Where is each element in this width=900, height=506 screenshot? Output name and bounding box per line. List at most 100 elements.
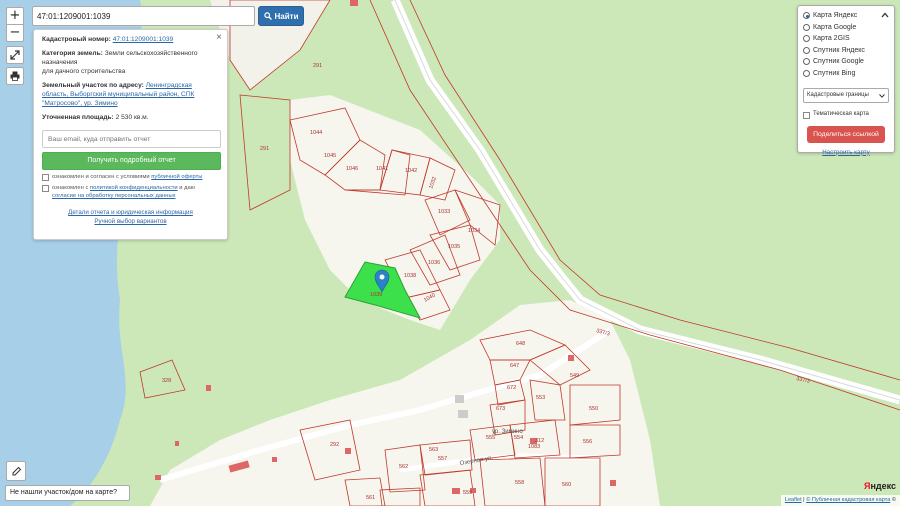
privacy-checkbox[interactable] <box>42 185 49 192</box>
thematic-map-checkbox[interactable] <box>803 111 810 119</box>
parcel-number: 561 <box>366 495 375 501</box>
expand-icon <box>10 50 20 60</box>
layer-option-bing-satellite[interactable]: Спутник Bing <box>803 68 889 80</box>
category-label: Категория земель: <box>42 50 103 57</box>
parcel-number: 291 <box>260 146 269 152</box>
chevron-down-icon <box>879 94 885 98</box>
parcel-number: 647 <box>510 363 519 369</box>
parcel-number: 673 <box>496 406 505 412</box>
search-button[interactable]: Найти <box>258 6 304 26</box>
area-label: Уточненная площадь: <box>42 114 114 121</box>
parcel-number: 672 <box>507 385 516 391</box>
fullscreen-button[interactable] <box>6 46 24 64</box>
layer-option-label: Спутник Google <box>813 58 864 65</box>
radio[interactable] <box>803 46 810 54</box>
parcel-number: 559 <box>463 490 472 496</box>
parcel-info-panel: × Кадастровый номер: 47:01:1209001:1039 … <box>33 29 228 240</box>
cadastral-label: Кадастровый номер: <box>42 36 111 43</box>
area-value: 2 530 кв.м. <box>115 114 149 121</box>
parcel-number: 1044 <box>310 130 322 136</box>
get-report-button[interactable]: Получить подробный отчет <box>42 152 221 170</box>
thematic-map-label: Тематическая карта <box>813 111 869 117</box>
radio[interactable] <box>803 23 810 31</box>
parcel-number: 328 <box>162 378 171 384</box>
email-field[interactable] <box>42 130 221 148</box>
privacy-agreement-row: ознакомлен с политикой конфиденциальност… <box>42 184 219 200</box>
parcel-number: 553 <box>536 395 545 401</box>
parcel-number: 563 <box>429 447 438 453</box>
zoom-in-button[interactable]: + <box>6 7 24 25</box>
parcel-number: 1038 <box>404 273 416 279</box>
offer-prefix: ознакомлен и согласен с условиями <box>52 174 150 180</box>
overlay-select-value: Кадастровые границы <box>807 92 869 98</box>
parcel-number: 1042 <box>405 168 417 174</box>
parcel-number: 558 <box>515 480 524 486</box>
offer-checkbox[interactable] <box>42 174 49 181</box>
layer-option-label: Карта Google <box>813 23 857 31</box>
parcel-number: 562 <box>399 464 408 470</box>
offer-link[interactable]: публичной оферты <box>151 174 202 180</box>
locality-label: ур. Зимино <box>492 429 523 435</box>
parcel-number: 555 <box>486 435 495 441</box>
layer-option-google-satellite[interactable]: Спутник Google <box>803 56 889 68</box>
parcel-number: 1034 <box>468 228 480 234</box>
leaflet-link[interactable]: Leaflet <box>785 497 802 503</box>
zoom-out-button[interactable]: − <box>6 24 24 42</box>
parcel-number: 1041 <box>376 166 388 172</box>
parcel-number: 1035 <box>448 244 460 250</box>
radio-selected[interactable] <box>803 12 810 20</box>
attribution-extra: © <box>891 497 896 503</box>
address-row: Земельный участок по адресу: Ленинградск… <box>42 81 219 108</box>
layer-option-2gis-map[interactable]: Карта 2GIS <box>803 33 889 45</box>
cadastral-row: Кадастровый номер: 47:01:1209001:1039 <box>42 35 219 44</box>
missing-parcel-button[interactable]: Не нашли участок/дом на карте? <box>5 485 130 501</box>
parcel-number: 1045 <box>324 153 336 159</box>
configure-map-link[interactable]: Настроить карту <box>822 149 870 156</box>
search-input[interactable] <box>32 6 255 26</box>
draw-button[interactable] <box>6 461 26 481</box>
consent-link[interactable]: согласие на обработку персональных данны… <box>52 193 176 199</box>
offer-agreement-text: ознакомлен и согласен с условиями публич… <box>52 173 202 181</box>
radio[interactable] <box>803 69 810 77</box>
radio[interactable] <box>803 58 810 66</box>
yandex-logo: Яндекс <box>864 481 897 491</box>
parcel-number: 1046 <box>346 166 358 172</box>
privacy-link[interactable]: политикой конфиденциальности <box>90 185 178 191</box>
area-row: Уточненная площадь: 2 530 кв.м. <box>42 113 219 122</box>
search-icon <box>263 12 272 20</box>
attribution: Leaflet | © Публичная кадастровая карта … <box>780 495 900 506</box>
parcel-number: 560 <box>562 482 571 488</box>
cadastral-link[interactable]: 47:01:1209001:1039 <box>113 36 174 43</box>
layer-option-label: Карта 2GIS <box>813 35 850 42</box>
layers-panel: Карта Яндекс Карта Google Карта 2GIS Спу… <box>797 5 895 156</box>
parcel-number: 1036 <box>428 260 440 266</box>
overlay-select[interactable]: Кадастровые границы <box>803 88 889 103</box>
layer-option-google-map[interactable]: Карта Google <box>803 22 889 34</box>
manual-selection-link[interactable]: Ручной выбор вариантов <box>94 218 166 225</box>
chevron-up-icon[interactable] <box>881 12 889 18</box>
close-icon[interactable]: × <box>216 32 222 43</box>
radio[interactable] <box>803 35 810 43</box>
privacy-mid: и даю <box>179 185 196 191</box>
share-link-button[interactable]: Поделиться ссылкой <box>807 125 885 143</box>
parcel-number: 556 <box>583 439 592 445</box>
parcel-number: 648 <box>516 341 525 347</box>
category-row: Категория земель: Земли сельскохозяйстве… <box>42 49 219 76</box>
pkk-link[interactable]: © Публичная кадастровая карта <box>806 497 890 503</box>
print-button[interactable] <box>6 67 24 85</box>
details-link[interactable]: Детали отчета и юридическая информация <box>68 209 193 216</box>
layer-option-label: Карта Яндекс <box>813 12 858 19</box>
pencil-icon <box>12 466 21 475</box>
printer-icon <box>10 71 20 81</box>
parcel-number: 1033 <box>438 209 450 215</box>
privacy-prefix: ознакомлен с <box>52 185 89 191</box>
parcel-number: 1083 <box>528 444 540 450</box>
layer-option-yandex-satellite[interactable]: Спутник Яндекс <box>803 45 889 57</box>
layer-option-yandex-map[interactable]: Карта Яндекс <box>803 10 889 22</box>
layer-option-label: Спутник Bing <box>813 69 856 77</box>
parcel-number: 554 <box>514 435 523 441</box>
thematic-map-row[interactable]: Тематическая карта <box>803 109 889 121</box>
layer-option-label: Спутник Яндекс <box>813 46 865 54</box>
parcel-number: 549 <box>570 373 579 379</box>
parcel-number: 557 <box>438 456 447 462</box>
